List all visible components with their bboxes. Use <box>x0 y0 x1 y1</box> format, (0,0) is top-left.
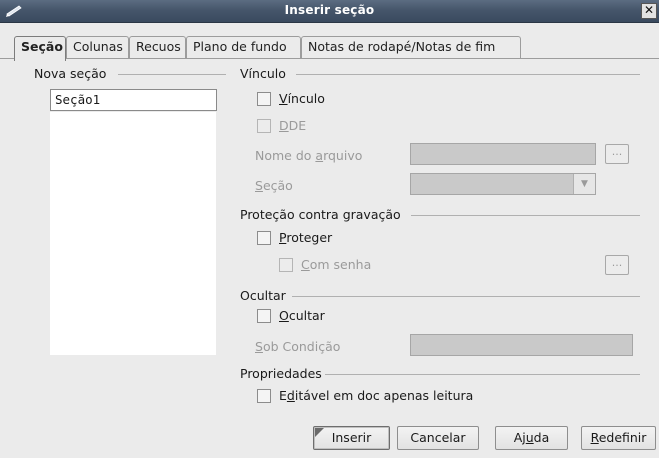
filename-browse-button[interactable]: ... <box>605 144 629 164</box>
reset-button[interactable]: Redefinir <box>581 426 656 450</box>
password-checkbox[interactable] <box>279 257 293 272</box>
protect-checkbox-label: Proteger <box>279 230 333 245</box>
close-icon: ✕ <box>643 3 655 17</box>
default-button-marker <box>315 428 324 437</box>
link-checkbox[interactable] <box>257 91 271 106</box>
password-checkbox-label: Com senha <box>301 257 372 272</box>
filename-label: Nome do arquivo <box>255 148 363 163</box>
protect-checkbox[interactable] <box>257 230 271 245</box>
properties-divider <box>325 374 640 375</box>
section-label: Seção <box>255 178 293 193</box>
insert-section-dialog: Inserir seção ✕ Colunas Recuos Plano de … <box>0 0 659 458</box>
hide-heading: Ocultar <box>240 288 286 303</box>
cancel-button[interactable]: Cancelar <box>397 426 479 450</box>
link-divider <box>296 74 640 75</box>
tab-background[interactable]: Plano de fundo <box>186 36 301 58</box>
filename-input[interactable] <box>410 143 596 165</box>
new-section-heading: Nova seção <box>34 66 107 81</box>
password-checkbox-row[interactable]: Com senha <box>279 257 371 272</box>
write-protection-heading: Proteção contra gravação <box>240 207 401 222</box>
chevron-down-icon[interactable]: ▼ <box>573 174 595 194</box>
section-name-input[interactable]: Seção1 <box>50 89 217 111</box>
title-bar: Inserir seção ✕ <box>0 0 659 23</box>
condition-input[interactable] <box>410 334 633 356</box>
dialog-title: Inserir seção <box>284 3 375 17</box>
tab-indents[interactable]: Recuos <box>129 36 186 58</box>
section-select[interactable]: ▼ <box>410 173 596 195</box>
tab-panel-border <box>0 58 659 59</box>
dde-checkbox[interactable] <box>257 118 271 133</box>
hide-divider <box>292 296 640 297</box>
tab-bar: Colunas Recuos Plano de fundo Notas de r… <box>0 23 659 61</box>
dde-checkbox-label: DDE <box>279 118 307 133</box>
properties-heading: Propriedades <box>240 366 322 381</box>
editable-checkbox-label: Editável em doc apenas leitura <box>279 388 474 403</box>
dde-checkbox-row[interactable]: DDE <box>257 118 306 133</box>
help-button[interactable]: Ajuda <box>495 426 568 450</box>
editable-checkbox[interactable] <box>257 388 271 403</box>
section-list[interactable] <box>50 112 216 355</box>
hide-checkbox[interactable] <box>257 308 271 323</box>
tab-section[interactable]: Seção <box>14 36 66 61</box>
hide-checkbox-row[interactable]: Ocultar <box>257 308 325 323</box>
link-heading: Vínculo <box>240 66 286 81</box>
link-checkbox-row[interactable]: Vínculo <box>257 91 325 106</box>
editable-checkbox-row[interactable]: Editável em doc apenas leitura <box>257 388 473 403</box>
condition-label: Sob Condição <box>255 339 341 354</box>
tab-columns[interactable]: Colunas <box>66 36 129 58</box>
link-checkbox-label: Vínculo <box>279 91 325 106</box>
new-section-divider <box>118 74 226 75</box>
insert-button[interactable]: Inserir <box>313 426 390 450</box>
password-button[interactable]: ... <box>605 255 629 275</box>
protect-checkbox-row[interactable]: Proteger <box>257 230 332 245</box>
tab-footnotes-endnotes[interactable]: Notas de rodapé/Notas de fim <box>301 36 521 58</box>
close-button[interactable]: ✕ <box>641 3 657 19</box>
write-protection-divider <box>411 215 640 216</box>
hide-checkbox-label: Ocultar <box>279 308 325 323</box>
